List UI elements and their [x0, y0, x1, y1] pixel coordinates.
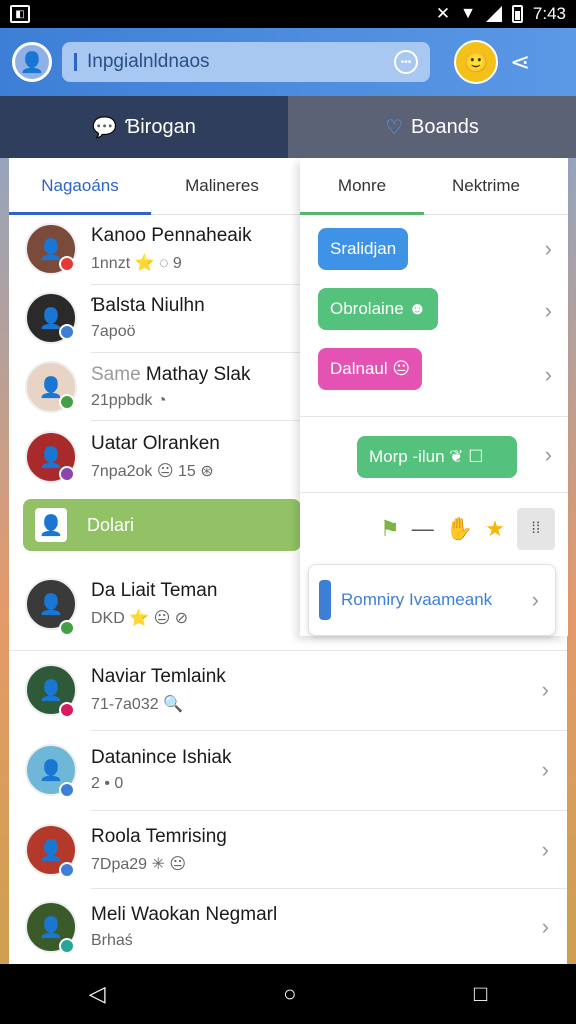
contact-sub: Brhaś: [91, 932, 133, 949]
pinned-card[interactable]: Romniry Ivaameank ›: [308, 564, 556, 636]
contact-row[interactable]: 👤 Datanince Ishiak 2 • 0 ›: [9, 732, 567, 808]
hand-icon[interactable]: ✋: [446, 516, 473, 542]
profile-avatar[interactable]: 🙂: [454, 40, 498, 84]
tab-chats[interactable]: 💬 Ɓirogan: [0, 96, 288, 158]
contact-sub: 21ppbdk ◔: [91, 392, 167, 409]
contact-row[interactable]: 👤 Meli Waokan Negmarl Brhaś ›: [9, 890, 567, 964]
wifi-icon: ▼: [460, 5, 476, 22]
contact-sub: 7npa2ok 😐 15 ⊛: [91, 463, 214, 480]
status-icons: ✕ ▼ 7:43: [436, 4, 566, 24]
contact-row[interactable]: 👤 Naviar Temlaink 71-7a032 🔍 ›: [9, 652, 567, 728]
back-icon[interactable]: ◁: [89, 981, 106, 1007]
chat-bubble-icon: 💬: [92, 116, 118, 139]
status-badge: [59, 394, 75, 410]
highlighted-contact[interactable]: 👤 Dolari: [23, 499, 301, 551]
tab-label: Boands: [411, 115, 479, 138]
divider: [300, 492, 568, 493]
recents-icon[interactable]: □: [474, 981, 487, 1007]
contact-sub: 71-7a032 🔍: [91, 696, 183, 713]
user-avatar[interactable]: 👤: [12, 42, 52, 82]
signal-icon: [485, 6, 502, 22]
pinned-label: Romniry Ivaameank: [341, 590, 493, 609]
contact-name: Meli Waokan Negmarl: [91, 904, 278, 925]
divider: [91, 888, 567, 889]
divider: [91, 420, 301, 421]
status-badge: [59, 862, 75, 878]
right-sub-tabs: Monre Nektrime: [300, 158, 568, 215]
status-badge: [59, 620, 75, 636]
divider: [91, 284, 301, 285]
chevron-right-icon: ›: [541, 757, 549, 782]
divider: [91, 352, 301, 353]
contact-row[interactable]: 👤 Roola Temrising 7Dpa29 ✳ 😐 ›: [9, 812, 567, 888]
contact-name: Kanoo Pennaheaik: [91, 225, 252, 246]
message-bubble[interactable]: Morp -ilun ❦ ☐: [357, 436, 517, 478]
reaction-bar: ⚑ — ✋ ★ ⁞⁞: [380, 508, 555, 550]
divider: [9, 650, 567, 651]
contact-name: Ɓalsta Niulhn: [91, 295, 205, 316]
search-input[interactable]: Inpgialnldnaos •••: [62, 42, 430, 82]
tab-right-2[interactable]: Nektrime: [424, 158, 548, 214]
message-bubble[interactable]: Obrolaine ☻: [318, 288, 439, 330]
divider: [91, 730, 567, 731]
pin-icon: [319, 580, 331, 620]
status-badge: [59, 256, 75, 272]
system-nav-bar: ◁ ○ □: [0, 964, 576, 1024]
tab-boards[interactable]: ♡ Boands: [288, 96, 576, 158]
search-text: Inpgialnldnaos: [87, 51, 210, 72]
chevron-right-icon: ›: [541, 837, 549, 862]
status-badge: [59, 466, 75, 482]
top-tabs: 💬 Ɓirogan ♡ Boands: [0, 96, 576, 158]
chevron-right-icon: ›: [531, 587, 539, 612]
divider: [91, 810, 567, 811]
contact-sub: 1nnzt ⭐ ◌ 9: [91, 255, 182, 272]
battery-icon: [511, 5, 523, 23]
dash-icon: —: [411, 516, 434, 541]
chevron-right-icon: ›: [544, 362, 552, 387]
contact-name: Naviar Temlaink: [91, 666, 226, 687]
clock: 7:43: [532, 4, 566, 23]
heart-icon: ♡: [385, 116, 404, 139]
text-cursor: [74, 53, 77, 71]
tab-left-1[interactable]: Nagaoáns: [9, 158, 151, 215]
contact-name: Roola Temrising: [91, 826, 227, 847]
flag-icon[interactable]: ⚑: [380, 516, 400, 542]
grid-icon[interactable]: ⁞⁞: [516, 508, 555, 550]
home-icon[interactable]: ○: [283, 981, 296, 1007]
status-badge: [59, 938, 75, 954]
contact-name: Datanince Ishiak: [91, 747, 232, 768]
avatar: 👤: [35, 508, 67, 542]
star-icon[interactable]: ★: [485, 516, 505, 542]
tab-label: Ɓirogan: [125, 115, 196, 138]
message-panel: Monre Nektrime Sralidjan › Obrolaine ☻ ›…: [300, 158, 568, 636]
status-badge: [59, 702, 75, 718]
contact-sub: 7Dpa29 ✳ 😐: [91, 856, 187, 873]
chevron-right-icon: ›: [541, 914, 549, 939]
chevron-right-icon: ›: [544, 442, 552, 467]
status-badge: [59, 324, 75, 340]
contact-name: Da Liait Teman: [91, 580, 218, 601]
message-bubble[interactable]: Dalnaul 😐: [318, 348, 423, 390]
chevron-right-icon: ›: [541, 677, 549, 702]
chevron-right-icon: ›: [544, 236, 552, 261]
contact-sub: 7apoö: [91, 323, 136, 340]
status-badge: [59, 782, 75, 798]
tab-left-2[interactable]: Malineres: [151, 158, 293, 214]
contact-name: Same Mathay Slak: [91, 364, 251, 385]
app-bar: 👤 Inpgialnldnaos ••• 🙂 ⋖: [0, 28, 576, 96]
chat-bubble-icon[interactable]: •••: [394, 50, 418, 74]
contact-sub: DKD ⭐ 😐 ⊘: [91, 610, 189, 627]
no-sim-icon: ✕: [435, 4, 451, 23]
chevron-right-icon: ›: [544, 298, 552, 323]
contact-sub: 2 • 0: [91, 775, 124, 792]
highlight-label: Dolari: [87, 514, 135, 535]
notification-icon: ◧: [10, 5, 30, 23]
contact-name: Uatar Olranken: [91, 433, 220, 454]
message-bubble[interactable]: Sralidjan: [318, 228, 409, 270]
tab-right-1[interactable]: Monre: [300, 158, 424, 215]
divider: [300, 416, 568, 417]
status-bar: ◧ ✕ ▼ 7:43: [0, 0, 576, 28]
share-icon[interactable]: ⋖: [510, 48, 530, 77]
